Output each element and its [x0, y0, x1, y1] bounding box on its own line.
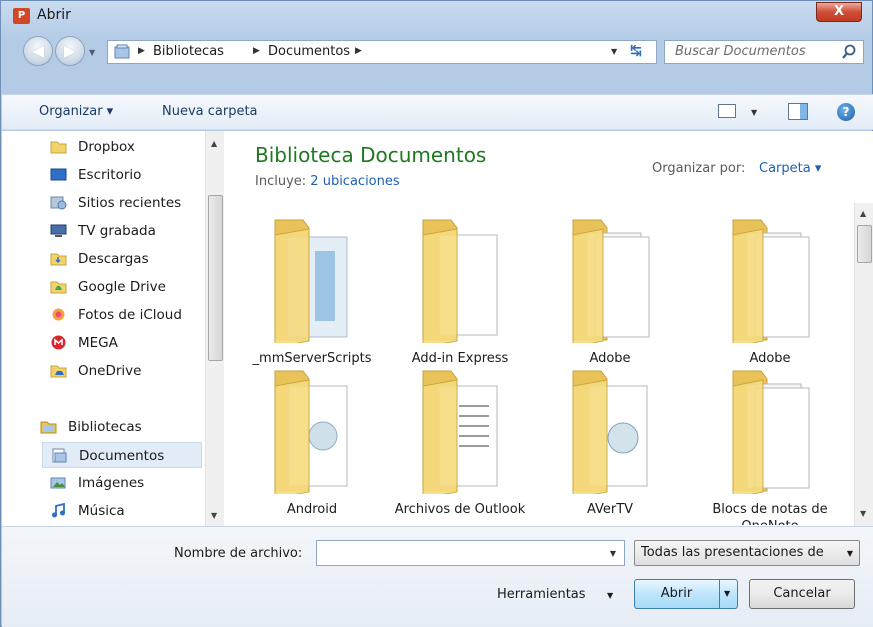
libraries-icon [114, 44, 130, 59]
breadcrumb-bibliotecas[interactable]: Bibliotecas [153, 44, 224, 59]
tools-dropdown[interactable]: ▼ [607, 591, 613, 600]
address-bar[interactable]: ▶ Bibliotecas ▶ Documentos ▶ ▼ ↹ [107, 40, 657, 64]
file-list-pane: Biblioteca Documentos Incluye: 2 ubicaci… [242, 131, 873, 526]
locations-link[interactable]: 2 ubicaciones [310, 174, 399, 189]
close-button[interactable]: X [816, 2, 862, 22]
back-button[interactable]: ◀ [23, 36, 53, 66]
desktop-icon [50, 168, 67, 181]
sidebar-item-documentos[interactable]: Documentos [42, 442, 202, 468]
tv-icon [50, 224, 67, 237]
forward-button[interactable]: ▶ [55, 36, 85, 66]
sidebar-scroll-thumb[interactable] [208, 195, 223, 361]
pictures-library-icon [50, 477, 66, 489]
downloads-icon [50, 253, 67, 266]
open-split-divider [719, 580, 720, 608]
breadcrumb-separator[interactable]: ▶ [355, 46, 362, 56]
address-history-dropdown[interactable]: ▼ [611, 47, 617, 56]
scroll-down-arrow[interactable]: ▼ [860, 509, 866, 518]
folder-name: _mmServerScripts [252, 351, 372, 366]
cancel-button[interactable]: Cancelar [749, 579, 855, 609]
folder-item[interactable]: Adobe [540, 215, 680, 366]
library-title: Biblioteca Documentos [255, 143, 487, 167]
preview-pane-icon[interactable] [788, 103, 808, 120]
window-title: Abrir [37, 7, 71, 23]
breadcrumb-separator[interactable]: ▶ [253, 46, 260, 56]
library-includes: Incluye: 2 ubicaciones [255, 174, 400, 189]
open-dialog-window: P Abrir X ◀ ▶ ▼ ▶ Bibliotecas ▶ Document… [0, 0, 873, 627]
breadcrumb-documentos[interactable]: Documentos [268, 44, 350, 59]
command-toolbar: Organizar ▾ Nueva carpeta ▼ ? [2, 94, 873, 130]
documents-library-icon [52, 448, 67, 463]
change-view-icon[interactable] [718, 104, 736, 118]
folder-item[interactable]: Adobe [700, 215, 840, 366]
icloud-photos-icon [52, 308, 65, 321]
folder-icon [572, 219, 650, 343]
search-box[interactable]: Buscar Documentos [664, 40, 864, 64]
folder-icon [732, 219, 810, 343]
folder-icon [422, 219, 498, 343]
dialog-footer: Nombre de archivo: ▼ Todas las presentac… [2, 526, 873, 627]
tools-button[interactable]: Herramientas [497, 587, 586, 602]
file-list-scrollbar[interactable]: ▲ ▼ [854, 203, 873, 526]
recent-pages-dropdown[interactable]: ▼ [89, 48, 95, 57]
dialog-body: Dropbox Escritorio Sitios recientes TV g… [2, 131, 873, 526]
libraries-icon [40, 421, 57, 434]
folder-item[interactable]: Blocs de notas de OneNote [700, 366, 840, 525]
folder-item[interactable]: _mmServerScripts [242, 215, 382, 366]
onedrive-icon [50, 365, 67, 378]
sidebar-scrollbar[interactable]: ▲ ▼ [205, 131, 224, 526]
folder-item[interactable]: Archivos de Outlook [390, 366, 530, 517]
filename-input[interactable]: ▼ [316, 540, 625, 566]
filename-history-dropdown[interactable]: ▼ [610, 549, 616, 558]
refresh-icon[interactable]: ↹ [630, 43, 642, 59]
folder-icon [274, 219, 348, 343]
folder-icon [274, 370, 348, 494]
folder-item[interactable]: AVerTV [540, 366, 680, 517]
new-folder-button[interactable]: Nueva carpeta [162, 104, 258, 119]
google-drive-icon [50, 281, 67, 294]
scroll-up-arrow[interactable]: ▲ [211, 139, 217, 148]
file-type-select[interactable]: Todas las presentaciones de ▼ [634, 540, 860, 566]
open-button[interactable]: Abrir ▼ [634, 579, 738, 609]
arrange-by-label: Organizar por: [652, 161, 746, 176]
organize-button[interactable]: Organizar ▾ [39, 104, 113, 119]
file-type-value: Todas las presentaciones de [641, 545, 824, 560]
file-list-scroll-thumb[interactable] [857, 225, 872, 263]
recent-places-icon [50, 196, 67, 210]
mega-icon [51, 335, 66, 350]
folder-icon [422, 370, 498, 494]
address-row: ◀ ▶ ▼ ▶ Bibliotecas ▶ Documentos ▶ ▼ ↹ B… [1, 31, 872, 73]
filename-label: Nombre de archivo: [174, 546, 303, 561]
dropbox-icon [50, 141, 67, 154]
open-button-label: Abrir [660, 586, 693, 601]
view-options-dropdown[interactable]: ▼ [751, 108, 757, 117]
open-options-dropdown[interactable]: ▼ [724, 589, 730, 598]
folder-item[interactable]: Android [242, 366, 382, 517]
breadcrumb-separator[interactable]: ▶ [138, 46, 145, 56]
scroll-up-arrow[interactable]: ▲ [860, 209, 866, 218]
folder-item[interactable]: Add-in Express [390, 215, 530, 366]
navigation-pane: Dropbox Escritorio Sitios recientes TV g… [2, 131, 224, 526]
folder-name: Add-in Express [411, 351, 509, 366]
scroll-down-arrow[interactable]: ▼ [211, 511, 217, 520]
folder-name: Android [286, 502, 338, 517]
powerpoint-icon: P [13, 8, 30, 24]
search-placeholder: Buscar Documentos [675, 44, 806, 59]
arrange-by-dropdown[interactable]: Carpeta ▾ [759, 161, 821, 176]
folder-name: Archivos de Outlook [394, 502, 526, 517]
folder-icon [732, 370, 810, 494]
folder-name: Adobe [589, 351, 631, 366]
title-bar: P Abrir X [1, 1, 872, 31]
folder-name: Adobe [749, 351, 791, 366]
music-library-icon [52, 503, 65, 518]
chevron-down-icon: ▼ [846, 549, 853, 558]
search-icon[interactable] [841, 43, 857, 61]
folder-icon [572, 370, 648, 494]
help-icon[interactable]: ? [837, 103, 855, 121]
folder-name: AVerTV [586, 502, 634, 517]
folder-name: Blocs de notas de OneNote [712, 502, 828, 525]
